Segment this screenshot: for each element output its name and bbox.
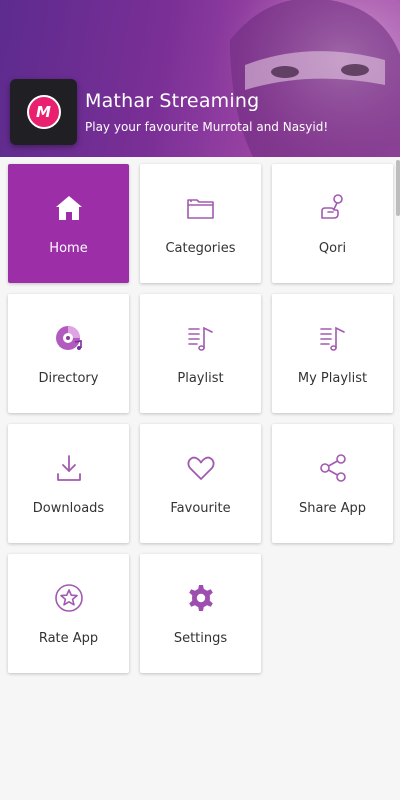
gear-icon xyxy=(185,582,217,614)
menu-item-label: Qori xyxy=(318,240,347,256)
menu-item-label: Share App xyxy=(298,500,367,516)
menu-item-label: Home xyxy=(49,240,88,256)
playlist-icon xyxy=(185,322,217,354)
download-icon xyxy=(53,452,85,484)
app-subtitle: Play your favourite Murrotal and Nasyid! xyxy=(85,120,329,134)
menu-item-label: Directory xyxy=(38,370,99,386)
header-banner: M Mathar Streaming Play your favourite M… xyxy=(0,0,400,157)
menu-item-label: Favourite xyxy=(170,500,231,516)
menu-item-directory[interactable]: Directory xyxy=(8,294,129,413)
app-title: Mathar Streaming xyxy=(85,90,260,112)
home-icon xyxy=(53,192,85,224)
menu-item-home[interactable]: Home xyxy=(8,164,129,283)
menu-item-label: Downloads xyxy=(32,500,105,516)
star-circle-icon xyxy=(53,582,85,614)
menu-item-settings[interactable]: Settings xyxy=(140,554,261,673)
heart-icon xyxy=(185,452,217,484)
menu-item-downloads[interactable]: Downloads xyxy=(8,424,129,543)
scrollbar[interactable] xyxy=(396,160,400,216)
app-logo: M xyxy=(10,79,77,145)
menu-item-label: Settings xyxy=(173,630,228,646)
share-icon xyxy=(317,452,349,484)
menu-item-playlist[interactable]: Playlist xyxy=(140,294,261,413)
disc-icon xyxy=(53,322,85,354)
menu-item-label: Rate App xyxy=(38,630,99,646)
playlist-icon xyxy=(317,322,349,354)
folder-icon xyxy=(185,192,217,224)
menu-item-rate-app[interactable]: Rate App xyxy=(8,554,129,673)
menu-item-my-playlist[interactable]: My Playlist xyxy=(272,294,393,413)
menu-item-qori[interactable]: Qori xyxy=(272,164,393,283)
menu-item-label: Playlist xyxy=(177,370,224,386)
menu-item-favourite[interactable]: Favourite xyxy=(140,424,261,543)
microphone-hand-icon xyxy=(317,192,349,224)
menu-item-label: My Playlist xyxy=(297,370,368,386)
app-logo-mark: M xyxy=(26,95,61,129)
menu-item-categories[interactable]: Categories xyxy=(140,164,261,283)
menu-grid: Home Categories Qori Directory Playlist … xyxy=(8,164,393,673)
menu-item-label: Categories xyxy=(165,240,236,256)
menu-item-share-app[interactable]: Share App xyxy=(272,424,393,543)
